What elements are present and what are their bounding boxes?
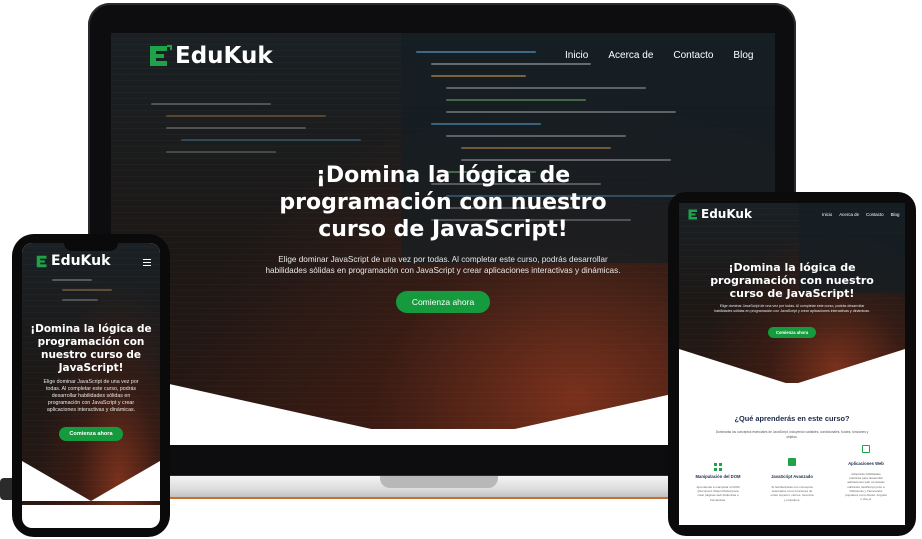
nav-item-blog[interactable]: Blog — [733, 50, 753, 61]
start-now-button[interactable]: Comienza ahora — [395, 291, 491, 313]
learn-heading: ¿Qué aprenderás en este curso? — [734, 414, 850, 423]
feature-card: Manipulación del DOM Aprenderás a manipu… — [683, 458, 753, 502]
hero-title: ¡Domina la lógica de programación con nu… — [279, 163, 607, 242]
phone-screen: EduKuk ¡Domina la lógica de programación… — [22, 243, 160, 528]
hero-chevron-divider — [22, 461, 160, 501]
hero-title: ¡Domina la lógica de programación con nu… — [30, 323, 152, 374]
nav-item-acerca[interactable]: Acerca de — [608, 50, 653, 61]
main-nav: Inicio Acerca de Contacto Blog — [822, 212, 899, 217]
feature-title: Aplicaciones Web — [848, 461, 884, 466]
brand-name: EduKuk — [701, 207, 752, 221]
feature-title: JavaScript Avanzado — [771, 474, 813, 479]
web-app-icon — [862, 445, 870, 453]
feature-desc: Adquirirás habilidades prácticas para de… — [845, 472, 887, 502]
nav-item-inicio[interactable]: Inicio — [822, 212, 832, 217]
hero-subtitle: Elige dominar JavaScript de una vez por … — [714, 304, 870, 313]
hamburger-menu-icon[interactable] — [143, 259, 151, 266]
start-now-button[interactable]: Comienza ahora — [767, 327, 817, 338]
brand-logo[interactable]: EduKuk — [687, 207, 752, 221]
feature-list: Manipulación del DOM Aprenderás a manipu… — [679, 445, 905, 502]
nav-item-acerca[interactable]: Acerca de — [839, 212, 859, 217]
laptop-trackpad-notch — [380, 476, 498, 488]
dom-grid-icon — [714, 458, 722, 471]
feature-title: Manipulación del DOM — [695, 474, 741, 479]
nav-item-contacto[interactable]: Contacto — [673, 50, 713, 61]
phone-notch — [64, 241, 118, 251]
e-bracket-logo-icon — [35, 254, 50, 269]
learn-section: ¿Qué aprenderás en este curso? Dominarás… — [679, 389, 905, 502]
hero-title: ¡Domina la lógica de programación con nu… — [710, 261, 874, 300]
nav-item-contacto[interactable]: Contacto — [866, 212, 884, 217]
e-bracket-logo-icon — [687, 208, 700, 221]
start-now-button[interactable]: Comienza ahora — [59, 427, 123, 441]
brand-name: EduKuk — [175, 43, 273, 69]
e-bracket-logo-icon — [147, 43, 173, 69]
feature-card: Aplicaciones Web Adquirirás habilidades … — [831, 445, 901, 502]
main-nav: Inicio Acerca de Contacto Blog — [565, 50, 753, 61]
nav-item-inicio[interactable]: Inicio — [565, 50, 588, 61]
js-badge-icon — [788, 458, 796, 466]
hero-subtitle: Elige dominar JavaScript de una vez por … — [43, 379, 139, 413]
brand-logo[interactable]: EduKuk — [147, 43, 273, 69]
learn-intro: Dominarás los conceptos esenciales de Ja… — [715, 430, 869, 439]
hero-subtitle: Elige dominar JavaScript de una vez por … — [265, 255, 621, 275]
feature-card: JavaScript Avanzado Te familiarizarás co… — [757, 458, 827, 502]
feature-desc: Aprenderás a manipular el DOM (Document … — [696, 485, 740, 502]
hero-chevron-divider — [679, 349, 905, 385]
brand-logo[interactable]: EduKuk — [35, 253, 110, 269]
nav-item-blog[interactable]: Blog — [891, 212, 900, 217]
feature-desc: Te familiarizarás con conceptos avanzado… — [770, 485, 814, 502]
brand-name: EduKuk — [51, 253, 111, 269]
tablet-screen: EduKuk Inicio Acerca de Contacto Blog ¡D… — [679, 203, 905, 525]
